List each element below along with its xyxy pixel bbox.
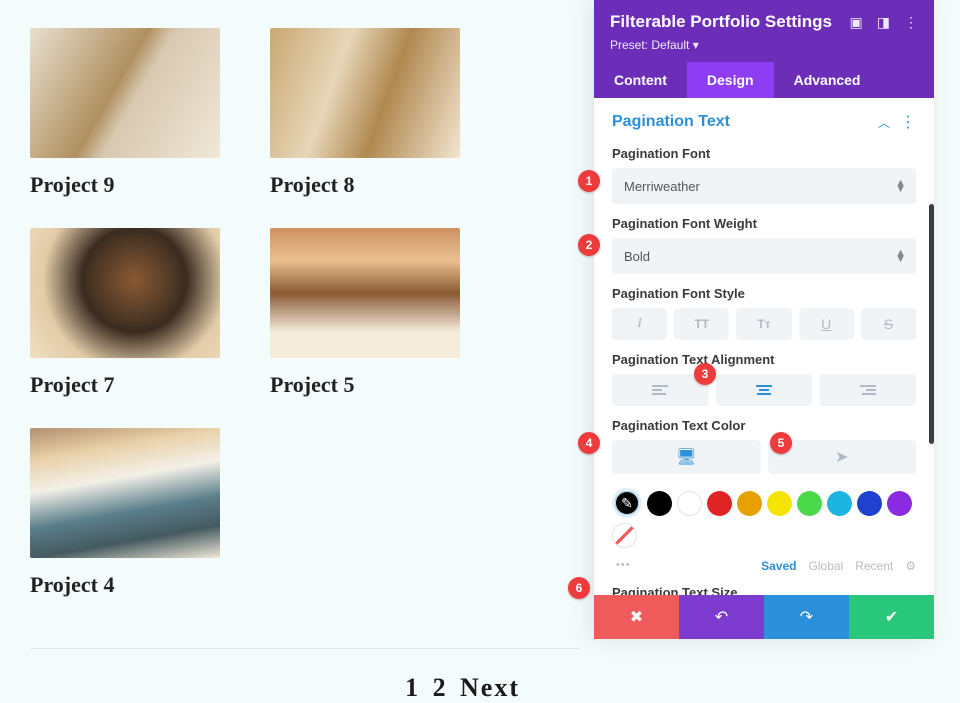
- preset-dropdown[interactable]: Preset: Default ▾: [610, 38, 918, 52]
- align-center-button[interactable]: [716, 374, 813, 406]
- collapse-icon[interactable]: ︿: [878, 114, 890, 131]
- drag-icon[interactable]: ▣: [850, 14, 863, 31]
- project-title: Project 9: [30, 172, 220, 198]
- label-align: Pagination Text Alignment: [612, 352, 916, 367]
- caret-icon: ▲▼: [895, 250, 906, 262]
- annotation-badge-1: 1: [578, 170, 600, 192]
- panel-footer: ✖ ↶ ↷ ✔: [594, 595, 934, 639]
- label-size: Pagination Text Size: [612, 585, 916, 595]
- align-center-icon: [756, 385, 772, 395]
- section-title[interactable]: Pagination Text: [612, 113, 730, 131]
- label-weight: Pagination Font Weight: [612, 216, 916, 231]
- panel-header: Filterable Portfolio Settings ▣ ◨ ⋮ Pres…: [594, 0, 934, 62]
- swatch-green[interactable]: [797, 491, 822, 516]
- annotation-badge-5: 5: [770, 432, 792, 454]
- section-more-icon[interactable]: ⋮: [900, 112, 916, 132]
- swatch-white[interactable]: [677, 491, 702, 516]
- undo-button[interactable]: ↶: [679, 595, 764, 639]
- swatch-blue[interactable]: [857, 491, 882, 516]
- save-button[interactable]: ✔: [849, 595, 934, 639]
- project-thumbnail: [30, 428, 220, 558]
- annotation-badge-2: 2: [578, 234, 600, 256]
- label-color: Pagination Text Color: [612, 418, 916, 433]
- page-2-link[interactable]: 2: [433, 673, 448, 702]
- close-button[interactable]: ✖: [594, 595, 679, 639]
- annotation-badge-4: 4: [578, 432, 600, 454]
- project-card[interactable]: Project 4: [30, 428, 220, 598]
- font-select[interactable]: Merriweather ▲▼: [612, 168, 916, 204]
- swatch-purple[interactable]: [887, 491, 912, 516]
- annotation-badge-3: 3: [694, 363, 716, 385]
- project-title: Project 5: [270, 372, 460, 398]
- panel-body: Pagination Text ︿ ⋮ Pagination Font Merr…: [594, 98, 934, 595]
- swatch-tab-global[interactable]: Global: [809, 559, 844, 573]
- swatch-tab-recent[interactable]: Recent: [855, 559, 893, 573]
- caret-icon: ▲▼: [895, 180, 906, 192]
- color-picker-button[interactable]: ✎: [612, 488, 642, 518]
- project-title: Project 8: [270, 172, 460, 198]
- project-card[interactable]: Project 8: [270, 28, 460, 198]
- swatch-yellow[interactable]: [767, 491, 792, 516]
- project-grid: Project 9 Project 8 Project 7 Project 5 …: [30, 28, 580, 598]
- style-underline-button[interactable]: U: [799, 308, 854, 340]
- project-card[interactable]: Project 9: [30, 28, 220, 198]
- annotation-badge-6: 6: [568, 577, 590, 599]
- undo-icon: ↶: [715, 607, 728, 627]
- weight-select[interactable]: Bold ▲▼: [612, 238, 916, 274]
- align-right-button[interactable]: [819, 374, 916, 406]
- gear-icon[interactable]: ⚙: [905, 559, 916, 573]
- desktop-icon: 🖥: [676, 447, 696, 467]
- swatch-tab-saved[interactable]: Saved: [761, 559, 796, 573]
- project-thumbnail: [30, 228, 220, 358]
- check-icon: ✔: [885, 607, 898, 627]
- swatch-orange[interactable]: [737, 491, 762, 516]
- align-right-icon: [860, 385, 876, 395]
- project-thumbnail: [270, 228, 460, 358]
- tab-design[interactable]: Design: [687, 62, 774, 98]
- project-card[interactable]: Project 7: [30, 228, 220, 398]
- swatch-transparent[interactable]: [612, 523, 637, 548]
- tab-advanced[interactable]: Advanced: [774, 62, 881, 98]
- tab-bar: Content Design Advanced: [594, 62, 934, 98]
- project-thumbnail: [270, 28, 460, 158]
- close-icon: ✖: [630, 607, 643, 627]
- page-1-link[interactable]: 1: [405, 673, 420, 702]
- redo-icon: ↷: [800, 607, 813, 627]
- font-select-value: Merriweather: [624, 179, 700, 194]
- eyedropper-icon: ✎: [621, 495, 633, 512]
- align-left-icon: [652, 385, 668, 395]
- portfolio-preview: Project 9 Project 8 Project 7 Project 5 …: [0, 0, 580, 639]
- swatch-more-button[interactable]: •••: [616, 559, 631, 571]
- style-capitalize-button[interactable]: Tᴛ: [736, 308, 791, 340]
- cursor-icon: ➤: [835, 447, 848, 467]
- pagination: 1 2 Next: [30, 648, 580, 703]
- project-title: Project 7: [30, 372, 220, 398]
- next-link[interactable]: Next: [460, 673, 520, 702]
- swatch-red[interactable]: [707, 491, 732, 516]
- project-thumbnail: [30, 28, 220, 158]
- tab-content[interactable]: Content: [594, 62, 687, 98]
- label-font: Pagination Font: [612, 146, 916, 161]
- more-icon[interactable]: ⋮: [904, 14, 918, 31]
- settings-panel: Filterable Portfolio Settings ▣ ◨ ⋮ Pres…: [594, 0, 934, 639]
- style-italic-button[interactable]: I: [612, 308, 667, 340]
- weight-select-value: Bold: [624, 249, 650, 264]
- panel-title: Filterable Portfolio Settings: [610, 12, 832, 32]
- label-style: Pagination Font Style: [612, 286, 916, 301]
- color-swatches: ✎ ••• Saved Global Recent ⚙: [612, 488, 916, 573]
- style-uppercase-button[interactable]: TT: [674, 308, 729, 340]
- state-desktop-button[interactable]: 🖥: [612, 440, 761, 474]
- style-strike-button[interactable]: S: [861, 308, 916, 340]
- redo-button[interactable]: ↷: [764, 595, 849, 639]
- snap-icon[interactable]: ◨: [877, 14, 890, 31]
- swatch-cyan[interactable]: [827, 491, 852, 516]
- project-title: Project 4: [30, 572, 220, 598]
- project-card[interactable]: Project 5: [270, 228, 460, 398]
- swatch-black[interactable]: [647, 491, 672, 516]
